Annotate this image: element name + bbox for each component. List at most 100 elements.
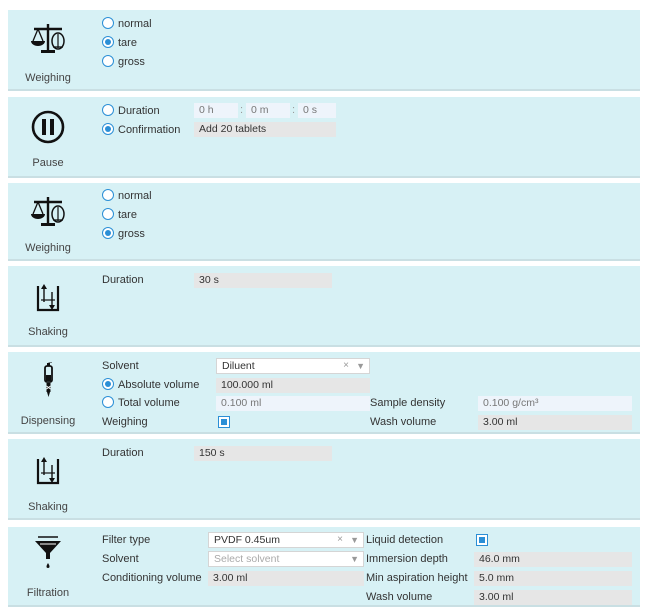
radio-label: Confirmation [118,124,181,136]
step-label: Shaking [28,501,68,513]
weighing-mode-normal[interactable]: normal [102,188,152,204]
duration-input[interactable]: 150 s [194,446,332,461]
radio-label: normal [118,190,152,202]
filter-type-value: PVDF 0.45um [214,534,280,546]
radio-label: tare [118,209,137,221]
minutes-input[interactable]: 0 m [246,103,290,118]
step-weighing-1: Weighing normal tare gross [8,10,640,91]
confirmation-text-input[interactable]: Add 20 tablets [194,122,336,137]
weighing-mode-tare[interactable]: tare [102,35,137,51]
pause-confirmation-option[interactable]: Confirmation [102,122,180,138]
step-icon-box: Shaking [8,266,88,345]
solvent-placeholder: Select solvent [214,553,280,565]
sample-density-label: Sample density [370,397,446,409]
pause-icon [31,110,65,144]
min-aspiration-height-input[interactable]: 5.0 mm [474,571,632,586]
minutes-value: 0 m [251,104,269,116]
hours-value: 0 h [199,104,214,116]
weighing-mode-gross[interactable]: gross [102,226,145,242]
duration-input[interactable]: 30 s [194,273,332,288]
total-volume-option[interactable]: Total volume [102,395,180,411]
step-shaking-2: Shaking Duration 150 s [8,439,640,520]
liquid-detection-label: Liquid detection [366,534,444,546]
shaking-icon [36,457,60,485]
radio-label: Total volume [118,397,180,409]
step-weighing-2: Weighing normal tare gross [8,183,640,261]
liquid-detection-checkbox[interactable] [476,534,488,546]
funnel-icon [35,536,61,568]
wash-volume-input[interactable]: 3.00 ml [474,590,632,605]
seconds-input[interactable]: 0 s [298,103,336,118]
radio-button[interactable] [102,396,114,408]
step-icon-box: Dispensing [8,352,88,432]
step-pause: Pause Duration 0 h : 0 m : 0 s Confirmat… [8,97,640,178]
step-label: Shaking [28,326,68,338]
radio-button[interactable] [102,378,114,390]
balance-scale-icon [31,197,65,226]
total-volume-input[interactable]: 0.100 ml [216,396,370,411]
time-separator: : [292,104,296,116]
step-icon-box: Filtration [8,527,88,605]
chevron-down-icon[interactable]: ▼ [350,552,359,566]
chevron-down-icon[interactable]: ▼ [356,359,365,373]
step-label: Weighing [25,72,71,84]
clear-icon[interactable]: × [337,533,343,547]
time-separator: : [240,104,244,116]
hours-input[interactable]: 0 h [194,103,238,118]
duration-label: Duration [102,447,144,459]
step-label: Pause [32,157,64,169]
solvent-label: Solvent [102,553,139,565]
weighing-mode-tare[interactable]: tare [102,207,137,223]
step-shaking-1: Shaking Duration 30 s [8,266,640,347]
wash-volume-label: Wash volume [366,591,433,603]
min-aspiration-height-label: Min aspiration height [366,572,468,584]
step-label: Dispensing [20,415,76,427]
solvent-label: Solvent [102,360,139,372]
conditioning-volume-label: Conditioning volume [102,572,202,584]
step-icon-box: Pause [8,97,88,176]
step-icon-box: Weighing [8,10,88,89]
wash-volume-input[interactable]: 3.00 ml [478,415,632,430]
radio-button[interactable] [102,208,114,220]
immersion-depth-label: Immersion depth [366,553,448,565]
step-icon-box: Shaking [8,439,88,518]
clear-icon[interactable]: × [343,359,349,373]
weighing-checkbox[interactable] [218,416,230,428]
step-dispensing: Dispensing Solvent Diluent × ▼ Absolute … [8,352,640,434]
step-filtration: Filtration Filter type PVDF 0.45um × ▼ S… [8,527,640,607]
radio-button[interactable] [102,36,114,48]
filter-type-label: Filter type [102,534,151,546]
balance-scale-icon [31,24,65,53]
radio-button[interactable] [102,104,114,116]
radio-button[interactable] [102,227,114,239]
radio-label: normal [118,18,152,30]
conditioning-volume-input[interactable]: 3.00 ml [208,571,364,586]
radio-label: gross [118,228,145,240]
weighing-mode-normal[interactable]: normal [102,16,152,32]
radio-button[interactable] [102,123,114,135]
immersion-depth-input[interactable]: 46.0 mm [474,552,632,567]
weighing-label: Weighing [102,416,148,428]
solvent-select[interactable]: Diluent × ▼ [216,358,370,374]
radio-label: Duration [118,105,160,117]
dispenser-icon [44,362,53,397]
radio-label: tare [118,37,137,49]
radio-label: Absolute volume [118,379,200,391]
wash-volume-label: Wash volume [370,416,437,428]
radio-button[interactable] [102,55,114,67]
solvent-select[interactable]: Select solvent ▼ [208,551,364,567]
absolute-volume-option[interactable]: Absolute volume [102,377,199,393]
absolute-volume-input[interactable]: 100.000 ml [216,378,370,393]
solvent-value: Diluent [222,360,255,372]
chevron-down-icon[interactable]: ▼ [350,533,359,547]
step-label: Weighing [25,242,71,254]
radio-label: gross [118,56,145,68]
sample-density-input[interactable]: 0.100 g/cm³ [478,396,632,411]
weighing-mode-gross[interactable]: gross [102,54,145,70]
seconds-value: 0 s [303,104,318,116]
radio-button[interactable] [102,17,114,29]
filter-type-select[interactable]: PVDF 0.45um × ▼ [208,532,364,548]
step-label: Filtration [26,587,70,599]
pause-duration-option[interactable]: Duration [102,103,160,119]
radio-button[interactable] [102,189,114,201]
